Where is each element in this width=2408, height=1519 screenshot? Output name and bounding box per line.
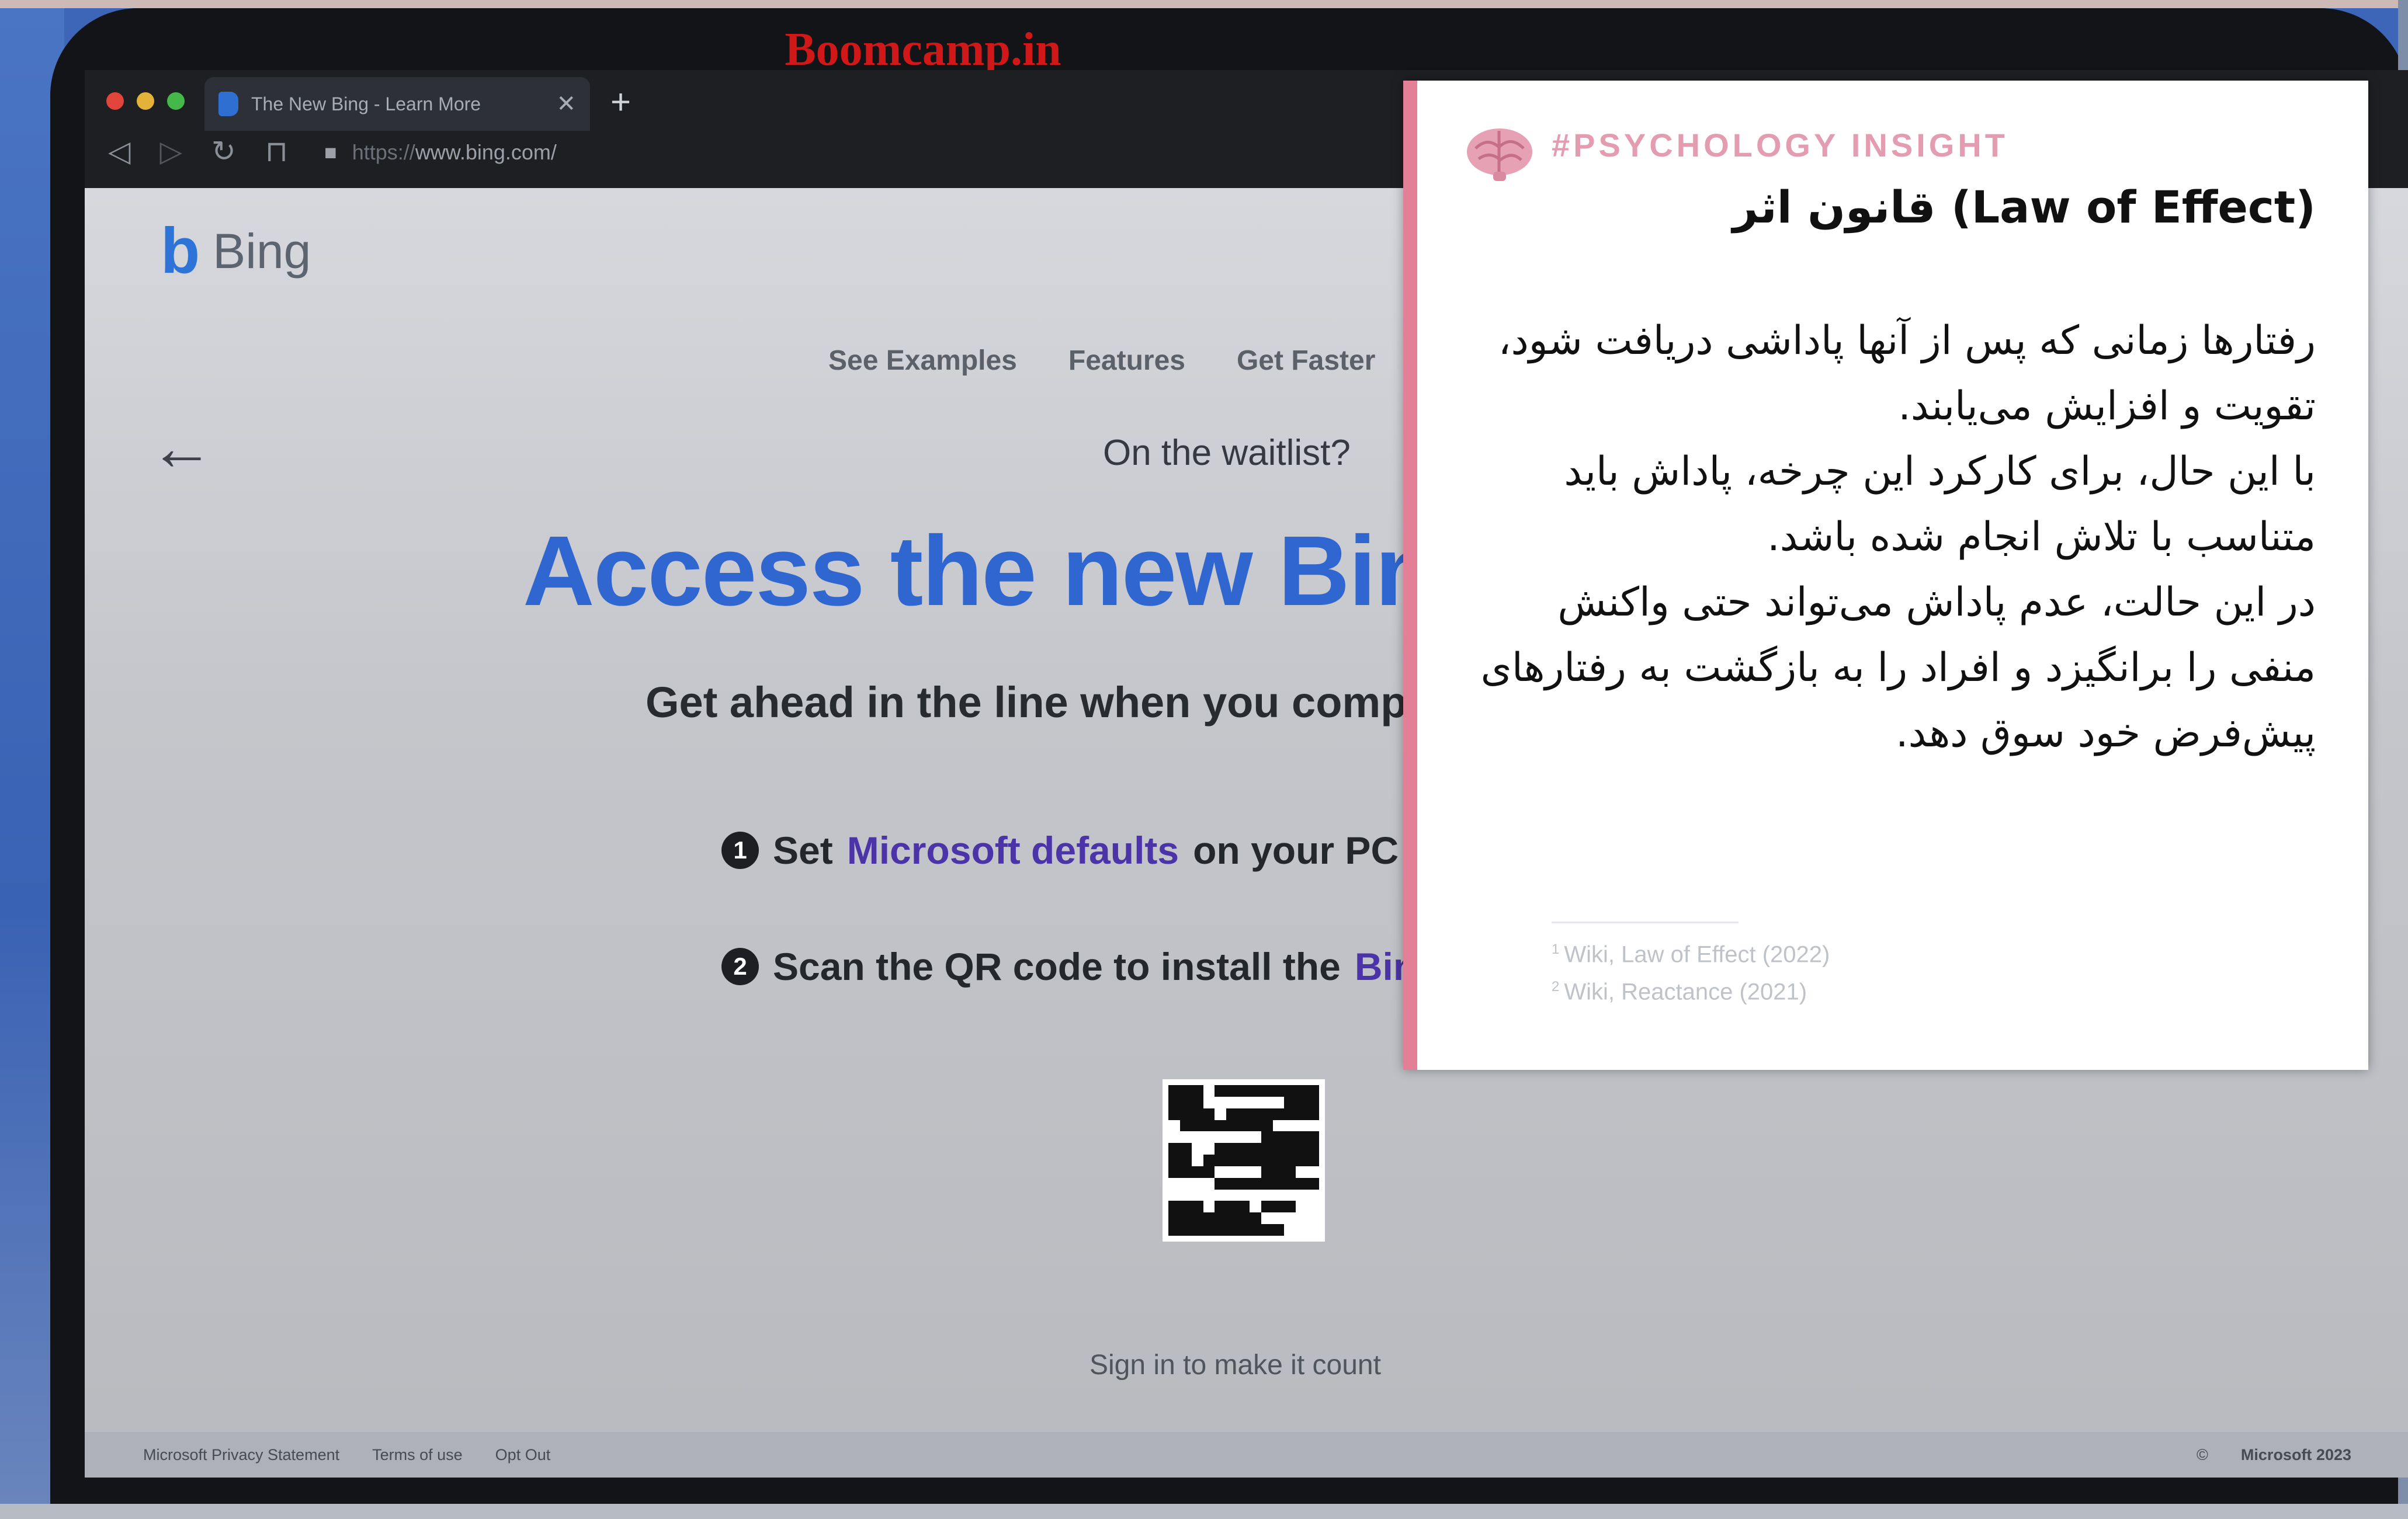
bing-logo[interactable]: b Bing (161, 219, 311, 283)
references: 1 Wiki, Law of Effect (2022) 2 Wiki, React… (1552, 933, 1830, 1009)
forward-icon[interactable]: ▷ (159, 134, 182, 168)
bookmark-icon[interactable]: ⊓ (265, 134, 288, 168)
card-paragraph: با این حال، برای کارکرد این چرخه، پاداش … (1564, 449, 2316, 560)
card-paragraph: در این حالت، عدم پاداش می‌تواند حتی واکن… (1480, 579, 2316, 756)
waitlist-text: On the waitlist? (1103, 433, 1351, 473)
page-headline: Access the new Bing (523, 516, 1495, 627)
privacy-link[interactable]: Microsoft Privacy Statement (143, 1446, 339, 1464)
reference-item: 1 Wiki, Law of Effect (2022) (1552, 941, 1830, 968)
nav-see-examples[interactable]: See Examples (828, 345, 1017, 377)
bing-favicon-icon (218, 92, 238, 116)
nav-controls: ◁ ▷ ↻ ⊓ (108, 134, 288, 168)
window-controls (106, 92, 185, 110)
card-title: قانون اثر (Law of Effect) (1732, 181, 2316, 233)
watermark: Boomcamp.in (785, 24, 1061, 75)
minimize-window-button[interactable] (137, 92, 154, 110)
new-tab-button[interactable]: + (610, 82, 631, 122)
sign-in-link[interactable]: Sign in to make it count (1090, 1349, 1381, 1381)
tab-title: The New Bing - Learn More (251, 93, 481, 114)
microsoft-defaults-link[interactable]: Microsoft defaults (847, 828, 1179, 873)
nav-get-faster[interactable]: Get Faster (1237, 345, 1375, 377)
top-nav: See Examples Features Get Faster (828, 345, 1375, 377)
step-text: Set (773, 829, 833, 872)
back-icon[interactable]: ◁ (108, 134, 130, 168)
back-arrow-icon[interactable]: ← (150, 416, 214, 480)
step-number-badge: 2 (721, 948, 759, 985)
browser-tab[interactable]: The New Bing - Learn More ✕ (204, 77, 590, 131)
reload-icon[interactable]: ↻ (211, 134, 236, 168)
nav-features[interactable]: Features (1068, 345, 1185, 377)
terms-link[interactable]: Terms of use (372, 1446, 463, 1464)
step-item: 1 Set Microsoft defaults on your PC (721, 828, 1399, 873)
step-text: on your PC (1193, 829, 1399, 872)
maximize-window-button[interactable] (167, 92, 185, 110)
url-scheme: https:// (352, 140, 415, 164)
insight-card: #PSYCHOLOGY INSIGHT قانون اثر (Law of Ef… (1403, 81, 2368, 1070)
copyright-icon: © (2197, 1445, 2208, 1464)
brain-icon (1467, 128, 1532, 181)
bing-logo-icon: b (161, 215, 200, 287)
step-number-badge: 1 (721, 832, 759, 869)
step-text: Scan the QR code to install the (773, 945, 1341, 988)
references-divider (1552, 922, 1739, 923)
reference-item: 2 Wiki, Reactance (2021) (1552, 979, 1807, 1005)
qr-code (1163, 1079, 1325, 1242)
opt-out-link[interactable]: Opt Out (495, 1446, 551, 1464)
close-tab-icon[interactable]: ✕ (556, 91, 576, 117)
category-tag: #PSYCHOLOGY INSIGHT (1552, 127, 2008, 164)
card-body: رفتارها زمانی که پس از آنها پاداشی دریاف… (1463, 308, 2316, 766)
bing-logo-text: Bing (213, 223, 311, 279)
top-edge (0, 0, 2408, 8)
page-footer: Microsoft Privacy Statement Terms of use… (85, 1432, 2408, 1478)
url-host: www.bing.com/ (415, 140, 557, 164)
lock-icon: ■ (324, 140, 337, 164)
step-item: 2 Scan the QR code to install the Bing (721, 944, 1440, 989)
card-paragraph: رفتارها زمانی که پس از آنها پاداشی دریاف… (1498, 318, 2316, 429)
bottom-edge (0, 1504, 2408, 1519)
close-window-button[interactable] (106, 92, 124, 110)
address-bar[interactable]: ■ https://www.bing.com/ (324, 140, 557, 165)
copyright-text: Microsoft 2023 (2240, 1445, 2351, 1464)
